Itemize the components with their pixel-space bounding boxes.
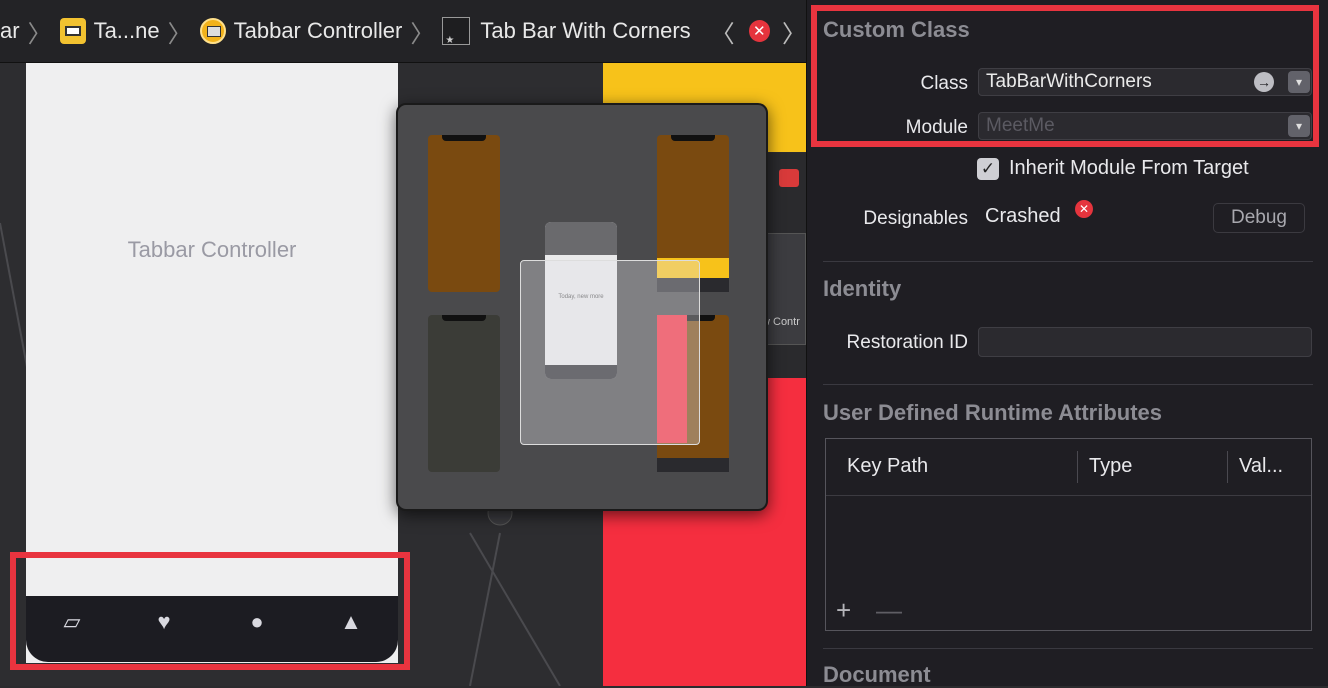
table-header: Key Path Type Val... bbox=[826, 439, 1311, 496]
section-title-custom-class: Custom Class bbox=[823, 17, 970, 42]
mini-scene[interactable] bbox=[428, 315, 500, 472]
scene-thumbnail[interactable] bbox=[765, 233, 806, 345]
debug-button[interactable]: Debug bbox=[1213, 203, 1305, 233]
chevron-down-icon[interactable]: ▾ bbox=[1288, 115, 1310, 137]
inherit-module-checkbox[interactable]: ✓ bbox=[977, 158, 999, 180]
chevron-down-icon[interactable]: ▾ bbox=[1288, 71, 1310, 93]
breadcrumb-project[interactable]: ar bbox=[0, 18, 20, 44]
section-title-identity: Identity bbox=[823, 276, 902, 301]
breadcrumb-label: ar bbox=[0, 18, 20, 43]
column-divider[interactable] bbox=[1227, 451, 1228, 483]
chevron-right-icon[interactable]: 〉 bbox=[782, 14, 806, 49]
column-header-key-path[interactable]: Key Path bbox=[847, 455, 928, 478]
breadcrumb-view[interactable]: Tab Bar With Corners bbox=[442, 17, 691, 46]
class-value: TabBarWithCorners bbox=[986, 71, 1152, 92]
identity-inspector: Custom Class Class TabBarWithCorners → ▾… bbox=[806, 0, 1328, 687]
section-title-runtime-attributes: User Defined Runtime Attributes bbox=[823, 400, 1163, 425]
error-icon[interactable]: ✕ bbox=[748, 20, 770, 42]
module-label: Module bbox=[905, 117, 968, 138]
breadcrumb-separator: 〉 bbox=[167, 20, 192, 48]
breadcrumb-scene[interactable]: Tabbar Controller bbox=[199, 18, 403, 44]
runtime-attributes-table[interactable]: Key Path Type Val... + — bbox=[825, 438, 1312, 631]
mini-scene[interactable] bbox=[428, 135, 500, 292]
divider bbox=[823, 384, 1313, 385]
storyboard-overview-popover[interactable]: Today, new more bbox=[396, 103, 768, 511]
storyboard-canvas[interactable]: Tabbar Controller ▱ ♥ ● ▲ w Contr Today,… bbox=[0, 63, 806, 686]
error-icon: ✕ bbox=[1075, 200, 1093, 218]
restoration-id-field[interactable] bbox=[978, 327, 1312, 357]
designables-status: Crashed bbox=[985, 205, 1061, 227]
jump-bar: ar 〉 Ta...ne 〉 Tabbar Controller 〉 Tab B… bbox=[0, 0, 806, 63]
view-icon bbox=[442, 17, 471, 46]
add-attribute-button[interactable]: + bbox=[836, 595, 851, 626]
restoration-id-label: Restoration ID bbox=[846, 332, 968, 353]
arrow-right-icon[interactable]: → bbox=[1254, 72, 1274, 92]
scene-icon bbox=[199, 18, 226, 44]
remove-attribute-button[interactable]: — bbox=[876, 595, 902, 626]
designables-label: Designables bbox=[863, 208, 968, 229]
highlight-box-tabbar bbox=[10, 552, 410, 670]
column-divider[interactable] bbox=[1077, 451, 1078, 483]
inherit-module-label: Inherit Module From Target bbox=[1009, 157, 1249, 179]
breadcrumb-separator: 〉 bbox=[27, 20, 52, 48]
breadcrumb-separator: 〉 bbox=[410, 20, 435, 48]
module-placeholder: MeetMe bbox=[986, 115, 1055, 136]
module-field[interactable]: MeetMe bbox=[978, 112, 1312, 140]
chevron-left-icon[interactable]: 〈 bbox=[711, 14, 735, 49]
column-header-type[interactable]: Type bbox=[1089, 455, 1132, 478]
column-header-value[interactable]: Val... bbox=[1239, 455, 1283, 478]
section-title-document: Document bbox=[823, 662, 931, 687]
breadcrumb-label: Tab Bar With Corners bbox=[480, 18, 691, 43]
breadcrumb-label: Ta...ne bbox=[93, 18, 160, 43]
breadcrumb-label: Tabbar Controller bbox=[233, 18, 403, 43]
class-label: Class bbox=[920, 73, 968, 94]
storyboard-file-icon bbox=[59, 18, 86, 44]
cards-icon bbox=[779, 169, 799, 187]
viewport-selection[interactable] bbox=[520, 260, 700, 445]
divider bbox=[823, 648, 1313, 649]
scene-title: Tabbar Controller bbox=[127, 237, 297, 262]
divider bbox=[823, 261, 1313, 262]
breadcrumb-storyboard[interactable]: Ta...ne bbox=[59, 18, 160, 44]
